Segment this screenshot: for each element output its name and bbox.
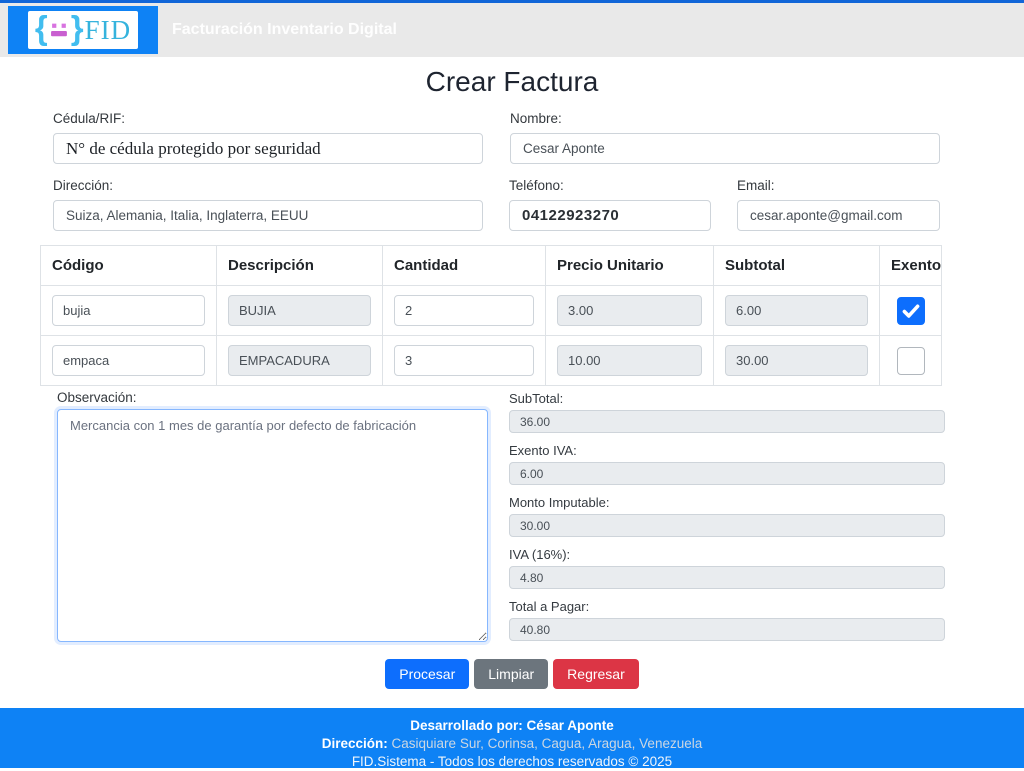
telefono-input[interactable] xyxy=(509,200,711,231)
cedula-label: Cédula/RIF: xyxy=(53,111,483,126)
header-precio-unitario: Precio Unitario xyxy=(546,246,714,286)
logo-left-brace-icon: { xyxy=(35,13,48,43)
footer-address: Dirección: Casiquiare Sur, Corinsa, Cagu… xyxy=(0,735,1024,753)
table-row xyxy=(41,286,942,336)
logo-face-icon xyxy=(50,23,69,38)
direccion-field-group: Dirección: xyxy=(53,178,483,231)
action-buttons: Procesar Limpiar Regresar xyxy=(40,659,984,689)
limpiar-button[interactable]: Limpiar xyxy=(474,659,548,689)
check-icon xyxy=(900,300,922,322)
app-logo[interactable]: { } FID xyxy=(8,6,158,54)
iva-group: IVA (16%): xyxy=(509,547,945,589)
header-subtotal: Subtotal xyxy=(714,246,880,286)
brand-title: Facturación Inventario Digital xyxy=(172,21,397,39)
subtotal-input-row2 xyxy=(725,345,868,376)
descripcion-input-row1 xyxy=(228,295,371,326)
cedula-input[interactable] xyxy=(53,133,483,164)
email-input[interactable] xyxy=(737,200,940,231)
total-pagar-label: Total a Pagar: xyxy=(509,599,945,614)
total-pagar-group: Total a Pagar: xyxy=(509,599,945,641)
form-row-1: Cédula/RIF: Nombre: xyxy=(53,111,940,164)
exento-iva-group: Exento IVA: xyxy=(509,443,945,485)
direccion-label: Dirección: xyxy=(53,178,483,193)
telefono-field-group: Teléfono: xyxy=(509,178,711,231)
direccion-input[interactable] xyxy=(53,200,483,231)
logo-inner: { } FID xyxy=(28,11,138,49)
footer-copyright: FID.Sistema - Todos los derechos reserva… xyxy=(0,753,1024,771)
nombre-field-group: Nombre: xyxy=(510,111,940,164)
items-table-header-row: Código Descripción Cantidad Precio Unita… xyxy=(41,246,942,286)
header-codigo: Código xyxy=(41,246,217,286)
exento-checkbox-row2[interactable] xyxy=(897,347,925,375)
exento-checkbox-row1[interactable] xyxy=(897,297,925,325)
header-cantidad: Cantidad xyxy=(383,246,546,286)
monto-imputable-label: Monto Imputable: xyxy=(509,495,945,510)
observacion-field-group: Observación: Mercancia con 1 mes de gara… xyxy=(57,390,490,651)
footer: Desarrollado por: César Aponte Dirección… xyxy=(0,708,1024,768)
navbar: { } FID Facturación Inventario Digital xyxy=(0,3,1024,57)
total-pagar-input xyxy=(509,618,945,641)
precio-unitario-input-row2 xyxy=(557,345,702,376)
footer-developer: Desarrollado por: César Aponte xyxy=(0,717,1024,735)
bottom-section: Observación: Mercancia con 1 mes de gara… xyxy=(57,390,945,651)
observacion-textarea[interactable]: Mercancia con 1 mes de garantía por defe… xyxy=(57,409,488,642)
subtotal-group: SubTotal: xyxy=(509,391,945,433)
exento-iva-input xyxy=(509,462,945,485)
codigo-input-row2[interactable] xyxy=(52,345,205,376)
header-exento: Exento xyxy=(880,246,942,286)
monto-imputable-group: Monto Imputable: xyxy=(509,495,945,537)
iva-label: IVA (16%): xyxy=(509,547,945,562)
email-field-group: Email: xyxy=(737,178,940,231)
descripcion-input-row2 xyxy=(228,345,371,376)
precio-unitario-input-row1 xyxy=(557,295,702,326)
items-table: Código Descripción Cantidad Precio Unita… xyxy=(40,245,942,386)
subtotal-input-row1 xyxy=(725,295,868,326)
nombre-label: Nombre: xyxy=(510,111,940,126)
nombre-input[interactable] xyxy=(510,133,940,164)
iva-input xyxy=(509,566,945,589)
monto-imputable-input xyxy=(509,514,945,537)
codigo-input-row1[interactable] xyxy=(52,295,205,326)
page-title: Crear Factura xyxy=(40,66,984,98)
logo-text: FID xyxy=(85,15,132,45)
procesar-button[interactable]: Procesar xyxy=(385,659,469,689)
email-label: Email: xyxy=(737,178,940,193)
subtotal-total-input xyxy=(509,410,945,433)
cedula-field-group: Cédula/RIF: xyxy=(53,111,483,164)
telefono-label: Teléfono: xyxy=(509,178,711,193)
totals-section: SubTotal: Exento IVA: Monto Imputable: I… xyxy=(509,390,945,651)
observacion-label: Observación: xyxy=(57,390,490,405)
header-descripcion: Descripción xyxy=(217,246,383,286)
exento-iva-label: Exento IVA: xyxy=(509,443,945,458)
footer-address-label: Dirección: xyxy=(322,736,388,751)
cantidad-input-row1[interactable] xyxy=(394,295,534,326)
cantidad-input-row2[interactable] xyxy=(394,345,534,376)
logo-right-brace-icon: } xyxy=(71,13,84,43)
table-row xyxy=(41,336,942,386)
regresar-button[interactable]: Regresar xyxy=(553,659,639,689)
form-row-2: Dirección: Teléfono: Email: xyxy=(53,178,940,231)
footer-address-value: Casiquiare Sur, Corinsa, Cagua, Aragua, … xyxy=(388,736,702,751)
subtotal-label: SubTotal: xyxy=(509,391,945,406)
main-content: Crear Factura Cédula/RIF: Nombre: Direcc… xyxy=(0,57,1024,689)
